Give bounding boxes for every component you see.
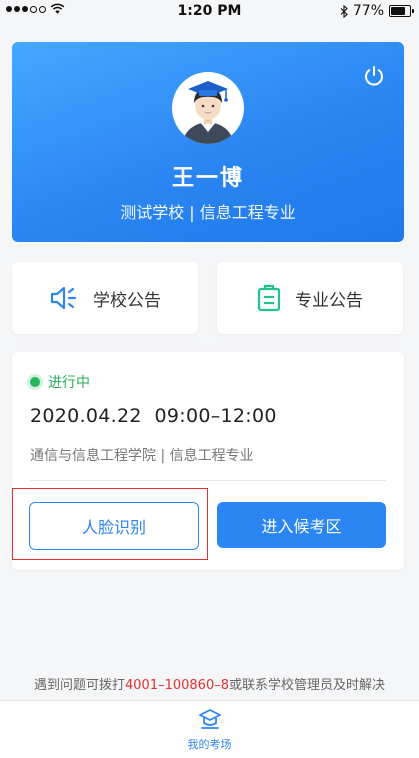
help-prefix: 遇到问题可拨打 <box>33 678 125 693</box>
exam-card: 进行中 2020.04.22 09:00–12:00 通信与信息工程学院 | 信… <box>12 352 404 570</box>
help-suffix: 或联系学校管理员及时解决 <box>228 678 385 693</box>
speaker-icon <box>50 286 77 310</box>
tab-my-exam-label: 我的考场 <box>187 738 232 751</box>
major-notice-label: 专业公告 <box>295 290 363 311</box>
exam-datetime: 2020.04.22 09:00–12:00 <box>30 405 277 427</box>
face-recognition-button[interactable]: 人脸识别 <box>29 502 199 550</box>
user-name: 王一博 <box>171 166 244 191</box>
status-right: 77% <box>340 3 414 19</box>
avatar <box>172 72 244 144</box>
exam-hat-icon <box>198 709 221 729</box>
tab-bar: 我的考场 <box>0 700 419 758</box>
status-bar: 1:20 PM 77% <box>0 0 419 24</box>
clipboard-icon <box>257 284 281 312</box>
bluetooth-icon <box>340 4 348 18</box>
school-major: 测试学校 | 信息工程专业 <box>120 203 296 222</box>
exam-department: 通信与信息工程学院 | 信息工程专业 <box>30 448 254 464</box>
divider <box>30 480 386 481</box>
enter-waiting-room-label: 进入候考区 <box>261 517 342 536</box>
status-dot-icon <box>30 377 40 387</box>
battery-percent: 77% <box>352 3 384 19</box>
power-icon[interactable] <box>362 64 386 88</box>
help-text: 遇到问题可拨打4001–100860–8或联系学校管理员及时解决 <box>0 674 419 693</box>
enter-waiting-room-button[interactable]: 进入候考区 <box>217 502 386 548</box>
graduate-avatar-icon <box>182 81 234 144</box>
tab-my-exam[interactable]: 我的考场 <box>0 708 419 752</box>
battery-icon <box>389 5 414 17</box>
exam-status-label: 进行中 <box>48 375 90 391</box>
school-notice-label: 学校公告 <box>93 290 161 311</box>
help-phone[interactable]: 4001–100860–8 <box>125 678 229 693</box>
exam-status: 进行中 <box>30 372 90 392</box>
major-notice-button[interactable]: 专业公告 <box>217 262 403 334</box>
face-recognition-label: 人脸识别 <box>81 518 146 537</box>
profile-card: 王一博 测试学校 | 信息工程专业 <box>12 42 404 242</box>
school-notice-button[interactable]: 学校公告 <box>12 262 198 334</box>
